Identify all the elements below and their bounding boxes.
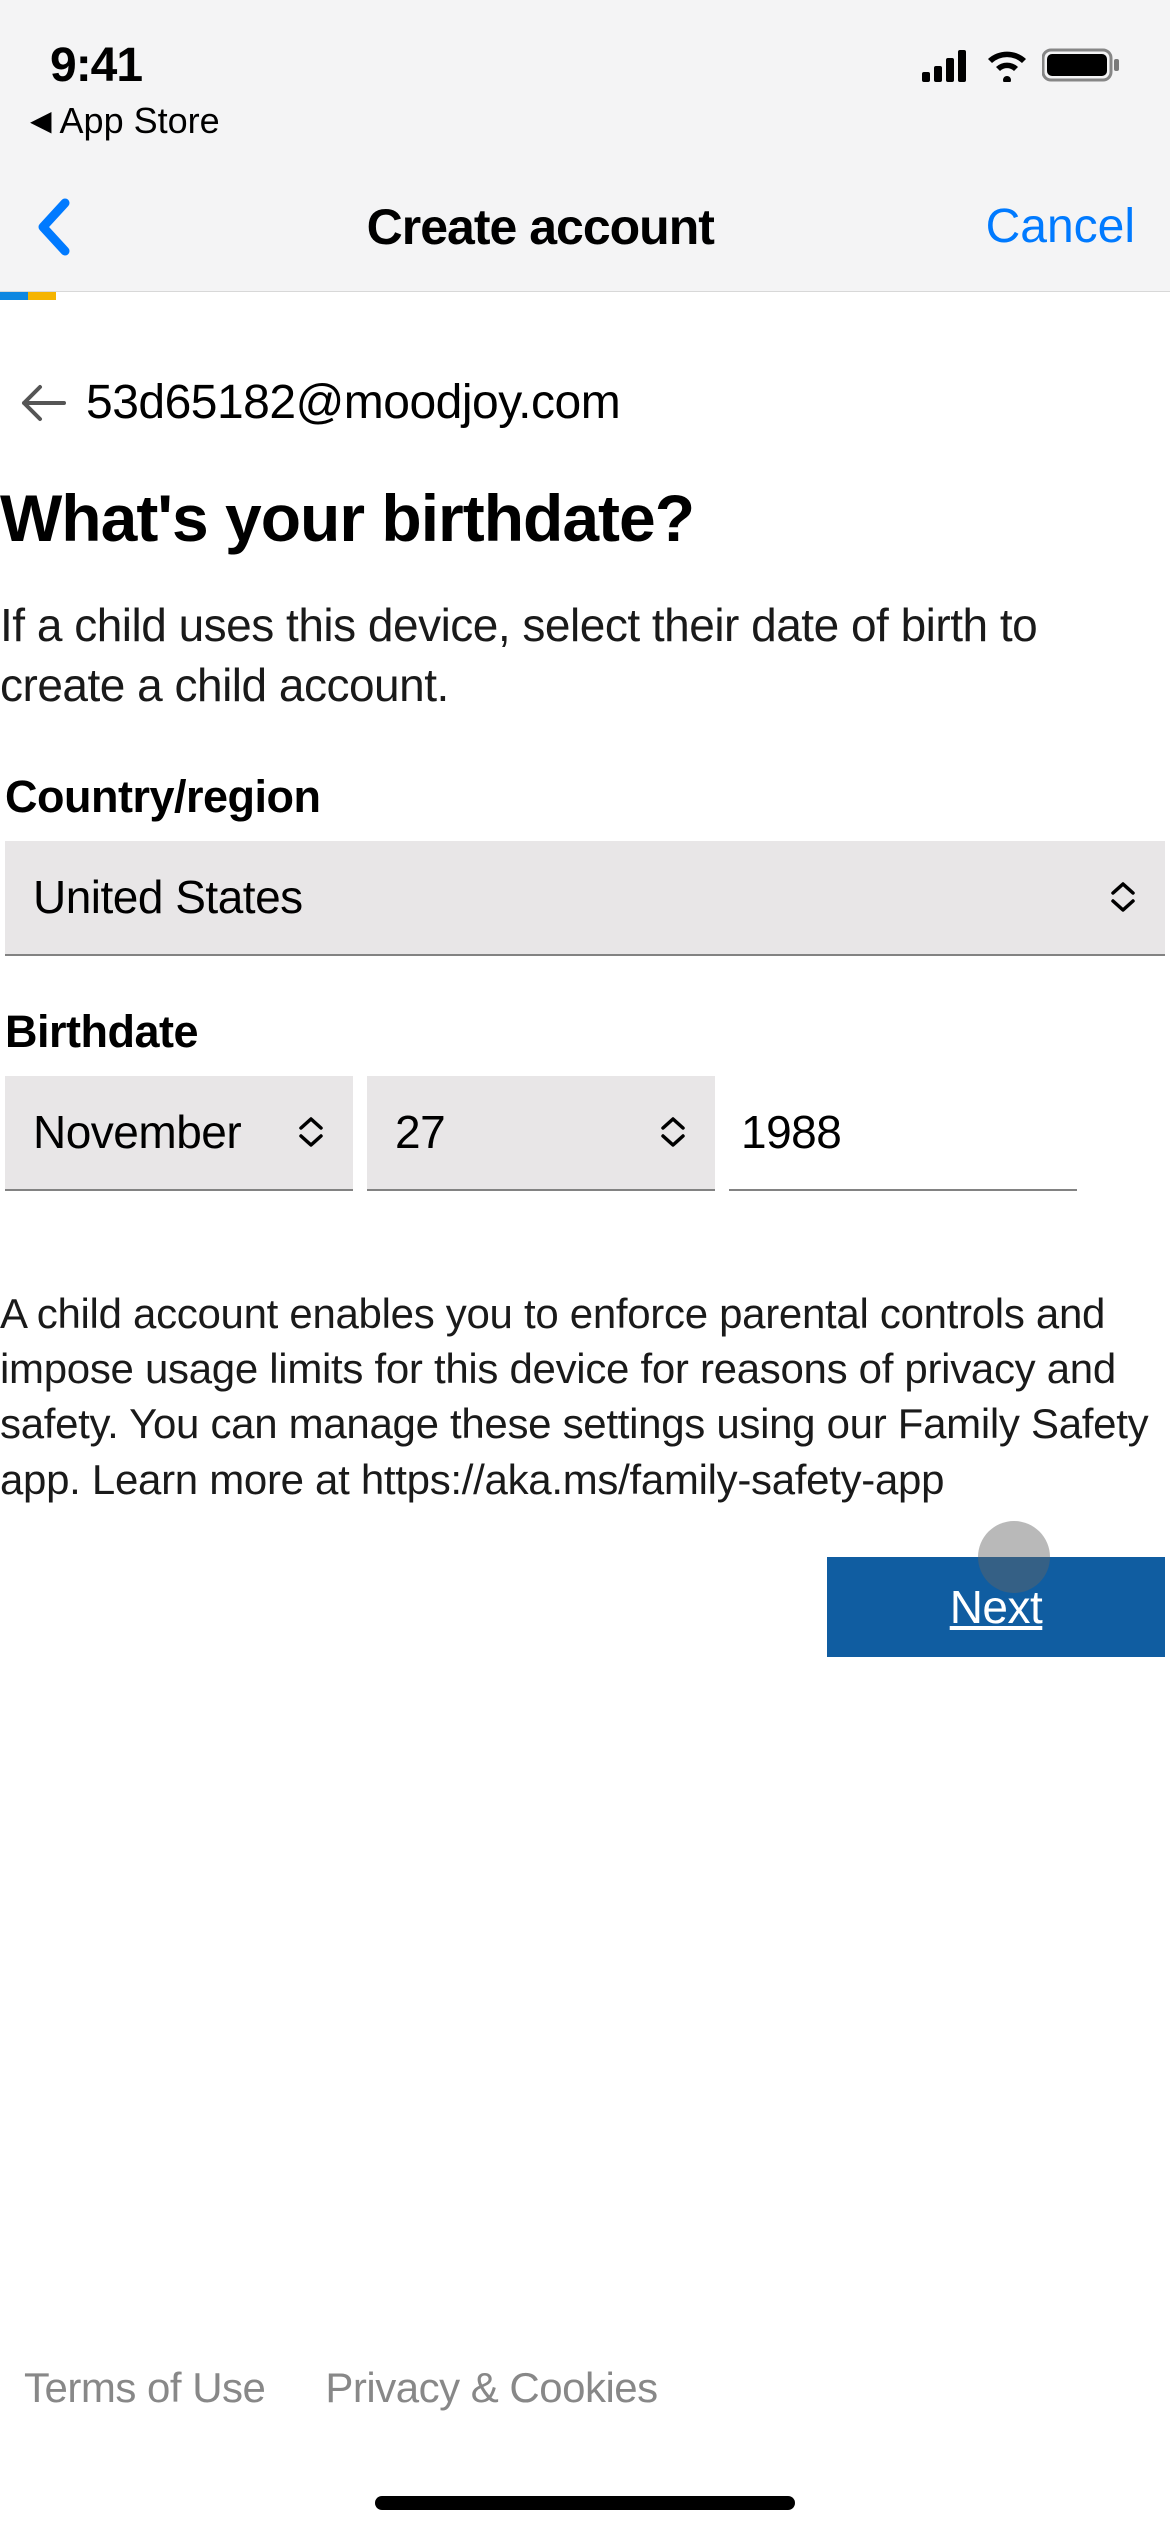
chevron-left-icon (35, 197, 73, 257)
select-chevrons-icon (659, 1116, 687, 1148)
content: 53d65182@moodjoy.com What's your birthda… (0, 300, 1170, 1657)
birthdate-row: November 27 1988 (5, 1076, 1165, 1191)
country-select[interactable]: United States (5, 841, 1165, 956)
home-indicator[interactable] (375, 2496, 795, 2510)
next-button-row: Next (0, 1557, 1170, 1657)
progress-segment-1 (0, 292, 28, 300)
disclaimer-text: A child account enables you to enforce p… (0, 1241, 1170, 1558)
cellular-icon (922, 48, 972, 82)
privacy-link[interactable]: Privacy & Cookies (325, 2364, 657, 2412)
month-value: November (33, 1105, 241, 1159)
progress-segment-2 (28, 292, 56, 300)
nav-bar: Create account Cancel (0, 162, 1170, 292)
email-breadcrumb[interactable]: 53d65182@moodjoy.com (0, 330, 1170, 480)
progress-bar (0, 292, 1170, 300)
caret-left-icon: ◀ (30, 107, 52, 135)
year-input[interactable]: 1988 (729, 1076, 1077, 1191)
month-select[interactable]: November (5, 1076, 353, 1191)
status-bar: 9:41 (0, 0, 1170, 100)
country-label: Country/region (5, 771, 1165, 841)
nav-title: Create account (95, 198, 986, 256)
touch-indicator (978, 1521, 1050, 1593)
status-time: 9:41 (50, 38, 142, 93)
year-value: 1988 (741, 1105, 841, 1159)
day-select[interactable]: 27 (367, 1076, 715, 1191)
back-to-app-store[interactable]: ◀ App Store (0, 100, 1170, 162)
email-value: 53d65182@moodjoy.com (86, 375, 620, 430)
status-icons (922, 47, 1120, 83)
birthdate-field-section: Birthdate November 27 (0, 1006, 1170, 1241)
subtext: If a child uses this device, select thei… (0, 596, 1170, 771)
arrow-left-icon (20, 383, 66, 423)
battery-icon (1042, 47, 1120, 83)
wifi-icon (984, 48, 1030, 82)
cancel-button[interactable]: Cancel (986, 199, 1135, 254)
select-chevrons-icon (297, 1116, 325, 1148)
select-chevrons-icon (1109, 881, 1137, 913)
birthdate-label: Birthdate (5, 1006, 1165, 1076)
country-value: United States (33, 870, 303, 924)
day-value: 27 (395, 1105, 445, 1159)
back-to-app-label: App Store (60, 100, 220, 142)
page-heading: What's your birthdate? (0, 480, 1170, 596)
footer-links: Terms of Use Privacy & Cookies (24, 2364, 658, 2412)
country-field-section: Country/region United States (0, 771, 1170, 1006)
terms-link[interactable]: Terms of Use (24, 2364, 265, 2412)
nav-back-button[interactable] (35, 197, 95, 257)
